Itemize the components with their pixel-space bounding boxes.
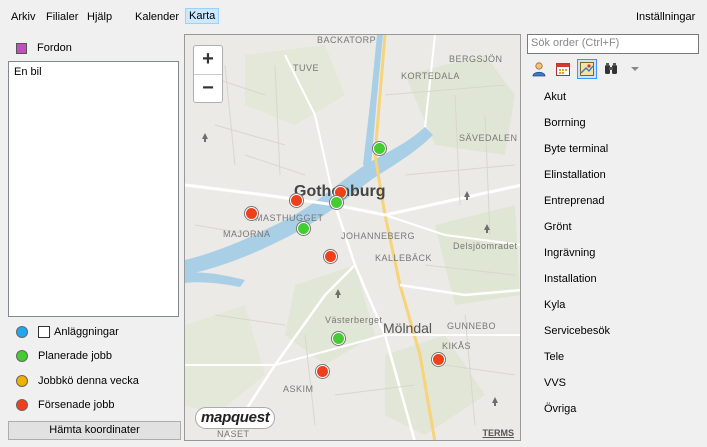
map-marker-delayed[interactable] xyxy=(290,194,303,207)
category-item[interactable]: Kyla xyxy=(544,298,565,312)
category-item[interactable]: Servicebesök xyxy=(544,324,610,338)
map-marker-delayed[interactable] xyxy=(316,365,329,378)
map-label-delsjoomradet: Delsjöomradet xyxy=(453,241,518,251)
left-panel: Fordon En bil Anläggningar Planerade job… xyxy=(0,34,184,447)
category-item[interactable]: Byte terminal xyxy=(544,142,608,156)
right-panel: Sök order (Ctrl+F) Akut Borrning Byte te… xyxy=(521,34,707,447)
vehicle-list[interactable]: En bil xyxy=(8,61,179,317)
map-marker-planned[interactable] xyxy=(297,222,310,235)
zoom-out-button[interactable]: − xyxy=(194,75,222,103)
map-label-tuve: TUVE xyxy=(293,63,320,73)
legend-forsenade: Försenade jobb xyxy=(16,398,114,412)
binoculars-icon-button[interactable] xyxy=(601,59,621,79)
calendar-icon-button[interactable] xyxy=(553,59,573,79)
map-label-savedalen: SÄVEDALEN xyxy=(459,133,518,143)
legend-label: Planerade jobb xyxy=(38,350,113,362)
category-item[interactable]: Ingrävning xyxy=(544,246,595,260)
anlaggningar-checkbox[interactable] xyxy=(38,326,50,338)
map-marker-planned[interactable] xyxy=(332,332,345,345)
category-item[interactable]: Akut xyxy=(544,90,566,104)
app-window: Arkiv Filialer Hjälp Kalender Karta Inst… xyxy=(0,0,707,447)
list-item[interactable]: En bil xyxy=(14,66,42,78)
map-label-kortedala: KORTEDALA xyxy=(401,71,460,81)
zoom-in-button[interactable]: + xyxy=(194,46,222,74)
category-item[interactable]: Övriga xyxy=(544,402,576,416)
category-item[interactable]: VVS xyxy=(544,376,566,390)
category-item[interactable]: Elinstallation xyxy=(544,168,606,182)
hamta-koordinater-button[interactable]: Hämta koordinater xyxy=(8,421,181,440)
legend-label: Jobbkö denna vecka xyxy=(38,375,139,387)
map-label-naset: NASET xyxy=(217,429,250,439)
calendar-icon xyxy=(556,63,570,76)
menu-installningar[interactable]: Inställningar xyxy=(633,9,698,25)
map-icon-button[interactable] xyxy=(577,59,597,79)
map-label-backatorp: BACKATORP xyxy=(317,35,377,45)
map-marker-delayed[interactable] xyxy=(324,250,337,263)
fordon-color-swatch[interactable] xyxy=(16,42,27,54)
user-icon-button[interactable] xyxy=(529,59,549,79)
category-item[interactable]: Entreprenad xyxy=(544,194,605,208)
map-label-kalleback: KALLEBÄCK xyxy=(375,253,433,263)
map-marker-delayed[interactable] xyxy=(432,353,445,366)
map-label-vasterberget: Västerberget xyxy=(325,315,383,325)
binoculars-icon xyxy=(605,63,617,74)
user-icon xyxy=(532,62,546,77)
terms-link[interactable]: TERMS xyxy=(483,428,515,438)
map-label-askim: ASKIM xyxy=(283,384,314,394)
map-icon xyxy=(580,62,594,76)
legend-anlaggningar: Anläggningar xyxy=(16,325,119,339)
legend-dot-blue xyxy=(16,326,28,338)
map-label-molndal: Mölndal xyxy=(383,320,433,336)
toolbar xyxy=(529,59,649,79)
category-item[interactable]: Installation xyxy=(544,272,597,286)
menu-hjalp[interactable]: Hjälp xyxy=(84,9,115,25)
map-label-bergsjon: BERGSJÖN xyxy=(449,54,503,64)
legend-label: Anläggningar xyxy=(54,326,119,338)
legend-dot-yellow xyxy=(16,375,28,387)
fordon-label: Fordon xyxy=(37,42,72,54)
legend-dot-green xyxy=(16,350,28,362)
dropdown-arrow-button[interactable] xyxy=(625,59,645,79)
category-item[interactable]: Tele xyxy=(544,350,564,364)
fordon-header: Fordon xyxy=(16,41,72,55)
map-marker-planned[interactable] xyxy=(330,196,343,209)
legend-dot-red xyxy=(16,399,28,411)
search-order-input[interactable]: Sök order (Ctrl+F) xyxy=(527,34,699,54)
map-label-johanneberg: JOHANNEBERG xyxy=(341,231,416,241)
map-view[interactable]: BACKATORP TUVE KORTEDALA BERGSJÖN SÄVEDA… xyxy=(184,34,521,441)
map-marker-planned[interactable] xyxy=(373,142,386,155)
map-label-gunnebo: GUNNEBO xyxy=(447,321,497,331)
map-marker-delayed[interactable] xyxy=(245,207,258,220)
legend-label: Försenade jobb xyxy=(38,399,115,411)
zoom-control: + − xyxy=(193,45,223,103)
mapquest-logo[interactable]: mapquest xyxy=(195,407,276,429)
map-label-kikas: KIKÅS xyxy=(442,341,472,351)
legend-jobbko: Jobbkö denna vecka xyxy=(16,374,139,388)
menu-arkiv[interactable]: Arkiv xyxy=(8,9,38,25)
menu-bar: Arkiv Filialer Hjälp Kalender Karta Inst… xyxy=(0,0,707,32)
category-item[interactable]: Grönt xyxy=(544,220,572,234)
category-item[interactable]: Borrning xyxy=(544,116,586,130)
map-label-majorna: MAJORNA xyxy=(223,229,271,239)
legend-planerade: Planerade jobb xyxy=(16,349,112,363)
map-label-masthugget: MASTHUGGET xyxy=(255,213,324,223)
chevron-down-icon xyxy=(631,67,639,71)
menu-filialer[interactable]: Filialer xyxy=(43,9,81,25)
menu-kalender[interactable]: Kalender xyxy=(132,9,182,25)
menu-karta[interactable]: Karta xyxy=(185,8,220,24)
